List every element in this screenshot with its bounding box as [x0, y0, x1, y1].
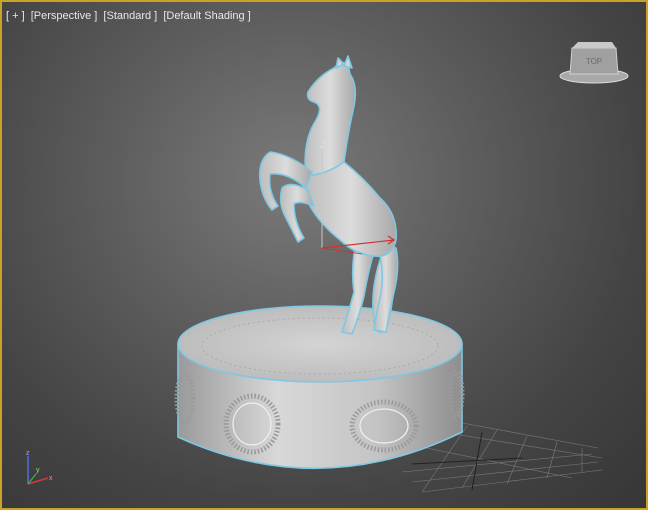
axis-tripod: z x y [26, 450, 53, 485]
scene-canvas[interactable]: Z [2, 2, 646, 508]
viewcube-face-label: TOP [586, 57, 602, 66]
axis-y-label: y [36, 467, 40, 474]
viewcube-icon[interactable]: TOP [556, 40, 632, 86]
gizmo-z-label: Z [320, 141, 325, 150]
perspective-viewport[interactable]: [ + ] [Perspective ] [Standard ] [Defaul… [0, 0, 648, 510]
axis-z-label: z [26, 450, 30, 457]
axis-x-label: x [49, 475, 53, 482]
pedestal-model[interactable] [174, 305, 465, 470]
horse-model[interactable] [258, 55, 399, 335]
